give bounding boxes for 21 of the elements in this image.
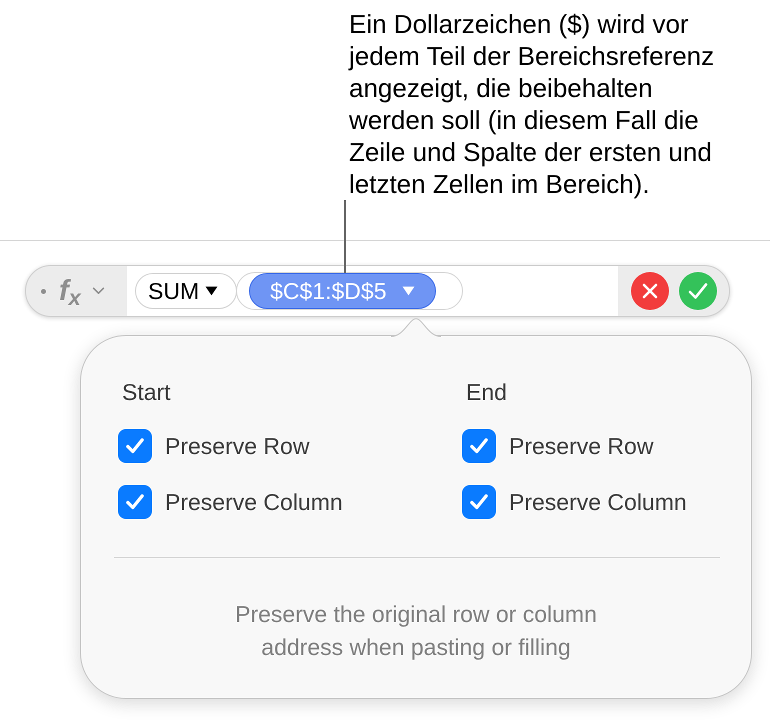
checkbox-label[interactable]: Preserve Row — [509, 432, 654, 460]
accept-button[interactable] — [679, 272, 717, 310]
cancel-button[interactable] — [631, 272, 669, 310]
description-text: Preserve the original row or column address when pasting or filling — [234, 600, 598, 662]
close-icon — [642, 283, 658, 299]
checkbox-label[interactable]: Preserve Column — [509, 488, 687, 516]
function-token[interactable]: SUM — [135, 273, 238, 309]
checkbox[interactable] — [462, 429, 496, 463]
checkmark-icon — [688, 282, 708, 300]
column-heading: Start — [122, 378, 172, 406]
triangle-down-icon — [402, 286, 416, 296]
checkbox[interactable] — [462, 485, 496, 519]
column-heading: End — [466, 378, 508, 406]
checkbox-label[interactable]: Preserve Row — [165, 432, 310, 460]
formula-field[interactable]: SUM $C$1:$D$5 — [127, 266, 618, 316]
chevron-down-icon[interactable] — [92, 287, 105, 295]
checkbox-label[interactable]: Preserve Column — [165, 488, 343, 516]
triangle-down-icon — [205, 286, 218, 296]
checkbox[interactable] — [118, 429, 152, 463]
callout-text: Ein Dollarzeichen ($) wird vor jedem Teil der Bereichsreferenz angezeigt, die beibehalten werden soll (in diesem Fall die Zeile und Spalte der ersten und letzten Zellen im Bereich). — [349, 8, 716, 200]
checkbox[interactable] — [118, 485, 152, 519]
